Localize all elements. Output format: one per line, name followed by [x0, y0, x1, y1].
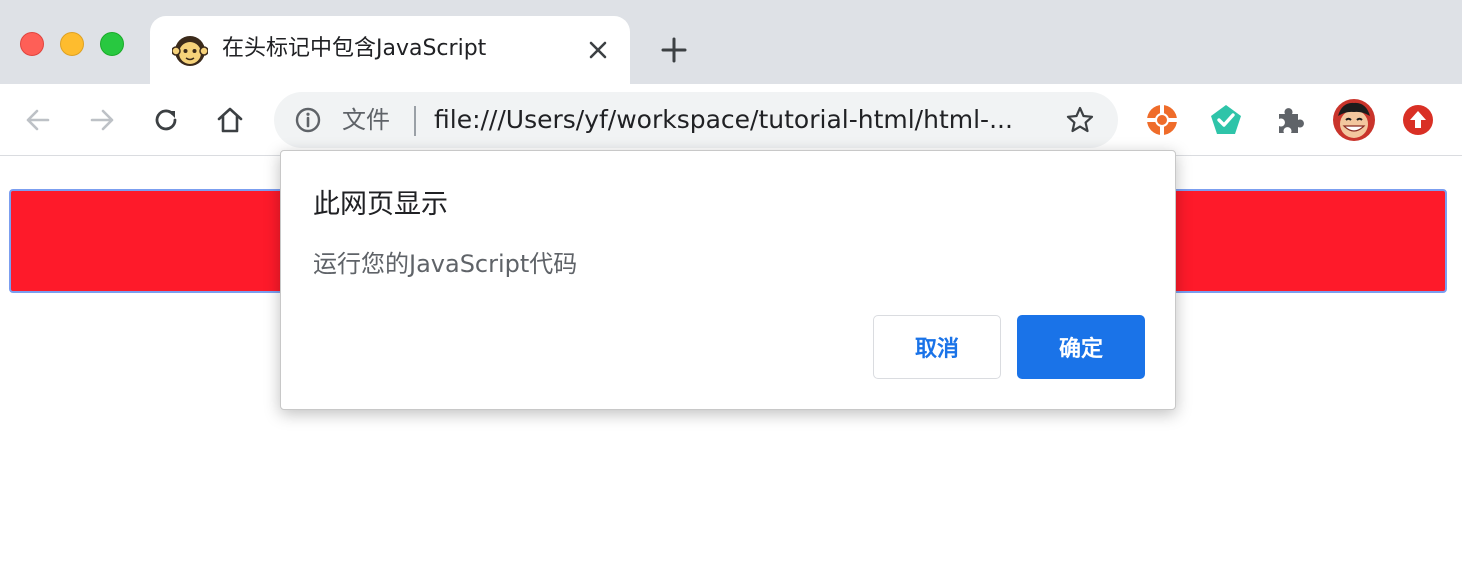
profile-avatar[interactable]: [1332, 98, 1376, 142]
star-icon[interactable]: [1064, 104, 1096, 136]
url-text[interactable]: file:///Users/yf/workspace/tutorial-html…: [434, 104, 1013, 136]
upload-extension-icon[interactable]: [1400, 102, 1436, 138]
new-tab-icon[interactable]: [658, 34, 690, 66]
lifebuoy-extension-icon[interactable]: [1144, 102, 1180, 138]
tab-close-icon[interactable]: [584, 36, 612, 64]
js-alert-dialog: 此网页显示 运行您的JavaScript代码 取消 确定: [280, 150, 1176, 410]
info-icon[interactable]: [294, 106, 322, 134]
home-icon[interactable]: [212, 102, 248, 138]
tab-title: 在头标记中包含JavaScript: [222, 36, 487, 61]
dialog-message: 运行您的JavaScript代码: [313, 250, 578, 278]
ok-button[interactable]: 确定: [1017, 315, 1145, 379]
window-minimize-button[interactable]: [60, 32, 84, 56]
reload-icon[interactable]: [148, 102, 184, 138]
forward-icon[interactable]: [84, 102, 120, 138]
puzzle-extensions-icon[interactable]: [1272, 102, 1308, 138]
omnibox-divider: [414, 106, 416, 136]
dialog-title: 此网页显示: [313, 189, 448, 220]
address-bar[interactable]: 文件 file:///Users/yf/workspace/tutorial-h…: [274, 92, 1118, 148]
cancel-button[interactable]: 取消: [873, 315, 1001, 379]
security-label[interactable]: 文件: [342, 104, 390, 136]
browser-toolbar: 文件 file:///Users/yf/workspace/tutorial-h…: [0, 84, 1462, 156]
check-pentagon-extension-icon[interactable]: [1208, 102, 1244, 138]
back-icon[interactable]: [20, 102, 56, 138]
tab-strip: 在头标记中包含JavaScript: [0, 0, 1462, 84]
window-maximize-button[interactable]: [100, 32, 124, 56]
active-tab[interactable]: 在头标记中包含JavaScript: [150, 16, 630, 84]
monkey-face-icon: [172, 36, 208, 66]
window-close-button[interactable]: [20, 32, 44, 56]
